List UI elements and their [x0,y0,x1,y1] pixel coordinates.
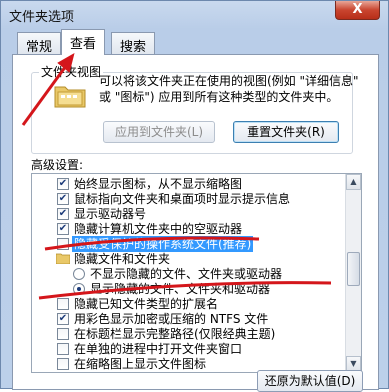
setting-label: 不显示隐藏的文件、文件夹或驱动器 [90,267,283,281]
setting-label: 显示隐藏的文件、文件夹和驱动器 [90,282,271,296]
folder-views-description: 可以将该文件夹正在使用的视图(例如 "详细信息" 或 "图标") 应用到所有这种… [99,74,359,104]
setting-radio[interactable] [73,268,85,280]
tab-search[interactable]: 搜索 [111,32,156,55]
setting-label: 显示驱动器号 [74,207,147,221]
close-button[interactable]: X [335,1,380,20]
setting-row[interactable]: ✔ 鼠标指向文件夹和桌面项时显示提示信息 [32,191,346,207]
setting-checkbox[interactable] [57,238,69,250]
setting-checkbox[interactable] [57,298,69,310]
window-title: 文件夹选项 [9,10,75,25]
setting-checkbox[interactable]: ✔ [57,208,69,220]
setting-row[interactable]: 不显示隐藏的文件、文件夹或驱动器 [32,266,346,282]
setting-group-row: 隐藏文件和文件夹 [32,251,346,267]
scroll-thumb[interactable] [347,252,360,286]
setting-group-label: 隐藏文件和文件夹 [74,252,171,266]
tab-general-label: 常规 [26,40,53,55]
setting-checkbox[interactable] [57,343,69,355]
list-scrollbar[interactable]: ▲ ▼ [345,174,361,372]
close-icon: X [352,2,363,17]
setting-row[interactable]: ✔ 隐藏计算机文件夹中的空驱动器 [32,221,346,237]
setting-checkbox[interactable]: ✔ [57,178,69,190]
setting-checkbox[interactable] [57,328,69,340]
scroll-up-icon[interactable]: ▲ [346,174,361,190]
folder-options-window: 文件夹选项 X 常规 查看 搜索 文件夹视图 可以将该文件夹正在使用的视图(例如… [0,0,389,392]
setting-label: 隐藏已知文件类型的扩展名 [74,297,219,311]
setting-row[interactable]: 隐藏受保护的操作系统文件(推荐) [32,236,346,252]
setting-row[interactable]: ✔ 始终显示图标，从不显示缩略图 [32,176,346,192]
tab-view[interactable]: 查看 [61,29,106,55]
folder-views-title: 文件夹视图 [39,63,104,80]
setting-label: 在标题栏显示完整路径(仅限经典主题) [74,327,276,341]
setting-row[interactable]: ✔ 用彩色显示加密或压缩的 NTFS 文件 [32,311,346,327]
tab-search-label: 搜索 [120,40,147,55]
setting-label: 始终显示图标，从不显示缩略图 [74,177,243,191]
setting-row[interactable]: 隐藏已知文件类型的扩展名 [32,296,346,312]
folder-views-icon [54,86,86,108]
advanced-settings-label: 高级设置: [31,158,84,172]
setting-label: 隐藏计算机文件夹中的空驱动器 [74,222,243,236]
advanced-settings-list[interactable]: ✔ 始终显示图标，从不显示缩略图 ✔ 鼠标指向文件夹和桌面项时显示提示信息 ✔ … [31,173,362,373]
setting-checkbox[interactable] [57,358,69,370]
setting-label: 隐藏受保护的操作系统文件(推荐) [72,236,254,252]
title-bar: 文件夹选项 X [1,1,389,29]
setting-label: 用彩色显示加密或压缩的 NTFS 文件 [74,312,269,326]
folder-icon [56,253,70,264]
tab-general[interactable]: 常规 [17,32,62,55]
apply-to-folders-button[interactable]: 应用到文件夹(L) [103,121,215,143]
tab-view-label: 查看 [70,37,97,52]
setting-checkbox[interactable]: ✔ [57,193,69,205]
setting-radio[interactable] [73,283,85,295]
setting-row[interactable]: ✔ 显示驱动器号 [32,206,346,222]
setting-label: 在缩略图上显示文件图标 [74,357,207,371]
setting-checkbox[interactable]: ✔ [57,313,69,325]
setting-row[interactable]: 在标题栏显示完整路径(仅限经典主题) [32,326,346,342]
setting-checkbox[interactable]: ✔ [57,223,69,235]
reset-folders-button[interactable]: 重置文件夹(R) [233,121,339,143]
setting-row[interactable]: 显示隐藏的文件、文件夹和驱动器 [32,281,346,297]
setting-label: 鼠标指向文件夹和桌面项时显示提示信息 [74,192,291,206]
setting-label: 在单独的进程中打开文件夹窗口 [74,342,243,356]
setting-row[interactable]: 在单独的进程中打开文件夹窗口 [32,341,346,357]
